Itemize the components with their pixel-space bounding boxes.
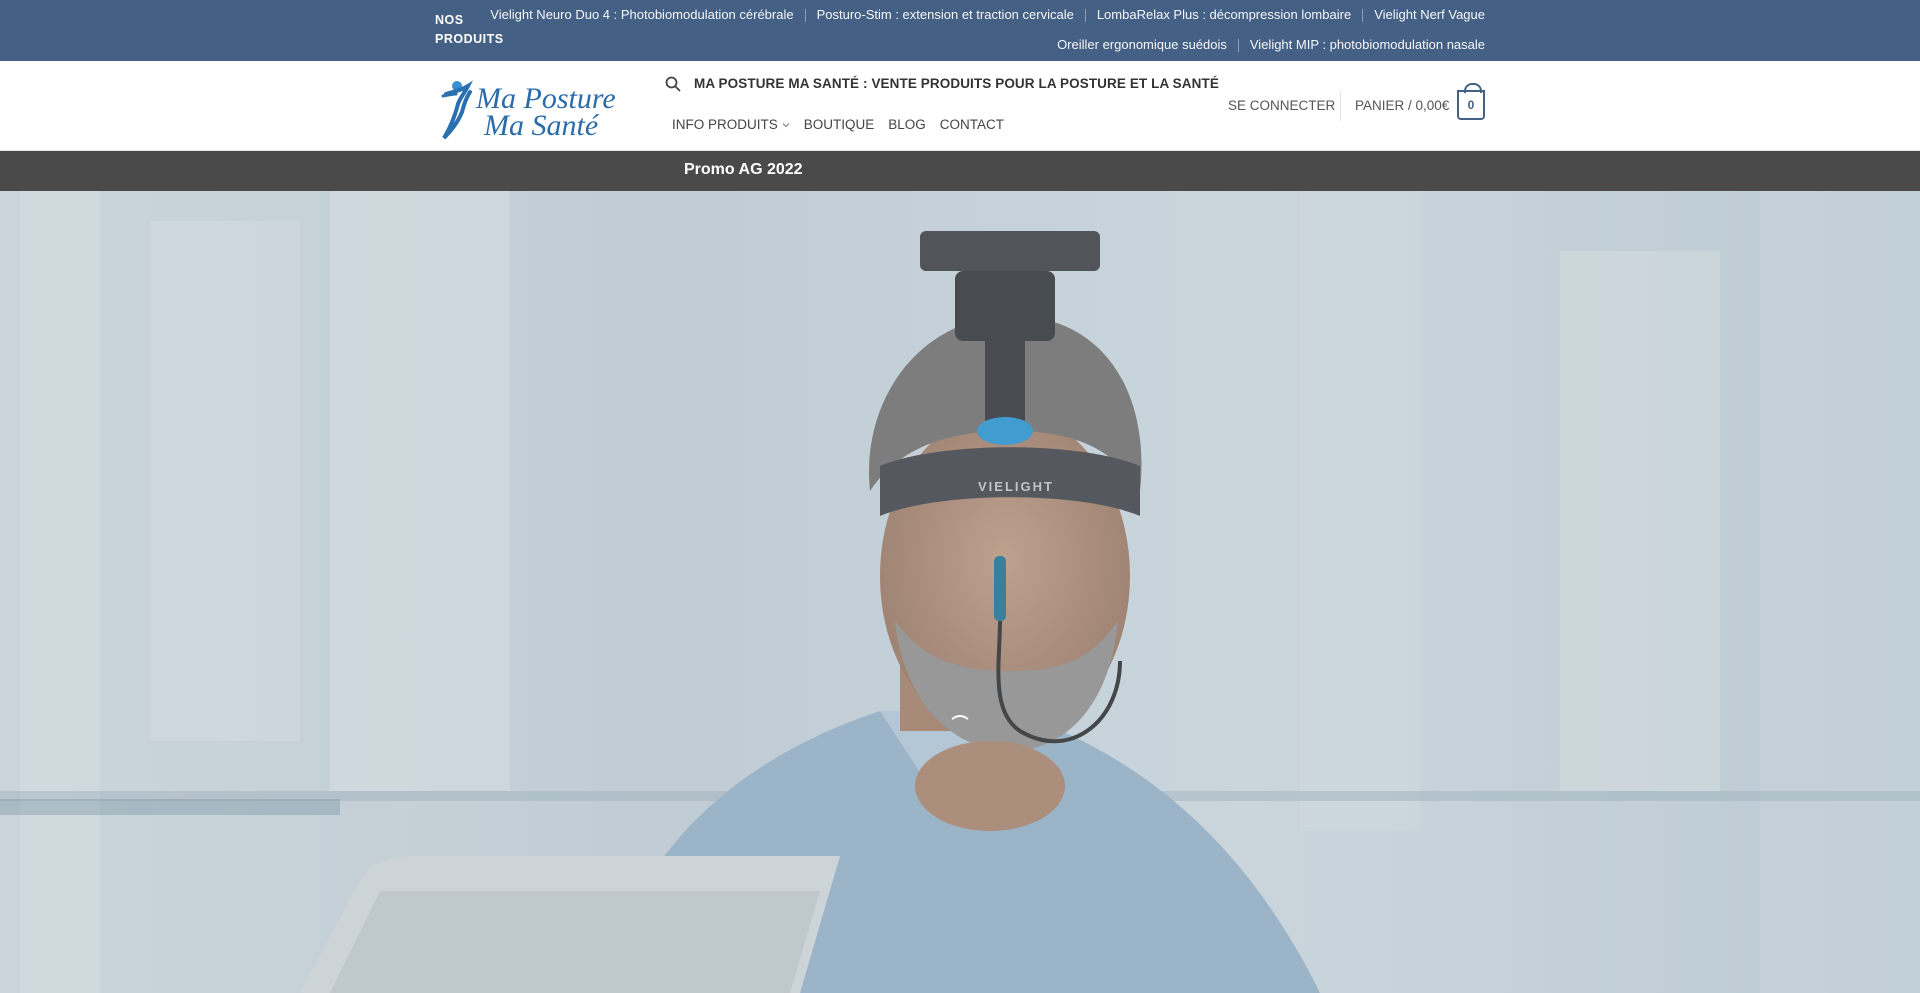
hero-image: VIELIGHT [0, 191, 1920, 993]
nav-info-produits-label: INFO PRODUITS [672, 117, 778, 132]
cart-link[interactable]: PANIER / 0,00€ [1355, 98, 1449, 113]
nav-boutique[interactable]: BOUTIQUE [804, 117, 875, 132]
product-link-neuro-duo[interactable]: Vielight Neuro Duo 4 : Photobiomodulatio… [490, 6, 793, 24]
separator [1084, 8, 1086, 22]
header-divider [1340, 91, 1341, 121]
nav-info-produits[interactable]: INFO PRODUITS [672, 117, 790, 132]
chevron-down-icon [782, 122, 790, 127]
product-link-vielight-mip[interactable]: Vielight MIP : photobiomodulation nasale [1250, 36, 1485, 54]
products-row-2: Oreiller ergonomique suédois Vielight MI… [1057, 36, 1485, 54]
separator [1237, 38, 1239, 52]
nav-contact[interactable]: CONTACT [940, 117, 1004, 132]
product-link-lombarelax[interactable]: LombaRelax Plus : décompression lombaire [1097, 6, 1351, 24]
site-header: Ma Posture Ma Santé MA POSTURE MA SANTÉ … [0, 61, 1920, 151]
svg-text:Ma Santé: Ma Santé [483, 109, 600, 142]
promo-bar: Promo AG 2022 [0, 151, 1920, 191]
nav-blog[interactable]: BLOG [888, 117, 926, 132]
loading-spinner-icon [948, 715, 972, 739]
cart-count-badge[interactable]: 0 [1457, 83, 1485, 120]
site-title[interactable]: MA POSTURE MA SANTÉ : VENTE PRODUITS POU… [694, 76, 1219, 91]
login-link[interactable]: SE CONNECTER [1228, 98, 1335, 113]
product-link-oreiller[interactable]: Oreiller ergonomique suédois [1057, 36, 1227, 54]
main-nav: INFO PRODUITS BOUTIQUE BLOG CONTACT [672, 117, 1004, 132]
separator [1362, 8, 1364, 22]
search-icon[interactable] [665, 76, 681, 92]
hero-banner: VIELIGHT [0, 191, 1920, 993]
product-link-posturo-stim[interactable]: Posturo-Stim : extension et traction cer… [817, 6, 1074, 24]
product-link-nerf-vague[interactable]: Vielight Nerf Vague [1374, 6, 1485, 24]
site-logo[interactable]: Ma Posture Ma Santé [440, 74, 630, 142]
logo-figure-icon [441, 80, 473, 140]
separator [804, 8, 806, 22]
products-row-1: Vielight Neuro Duo 4 : Photobiomodulatio… [490, 6, 1485, 24]
top-products-bar: NOS PRODUITS Vielight Neuro Duo 4 : Phot… [0, 0, 1920, 61]
promo-title[interactable]: Promo AG 2022 [684, 161, 803, 179]
